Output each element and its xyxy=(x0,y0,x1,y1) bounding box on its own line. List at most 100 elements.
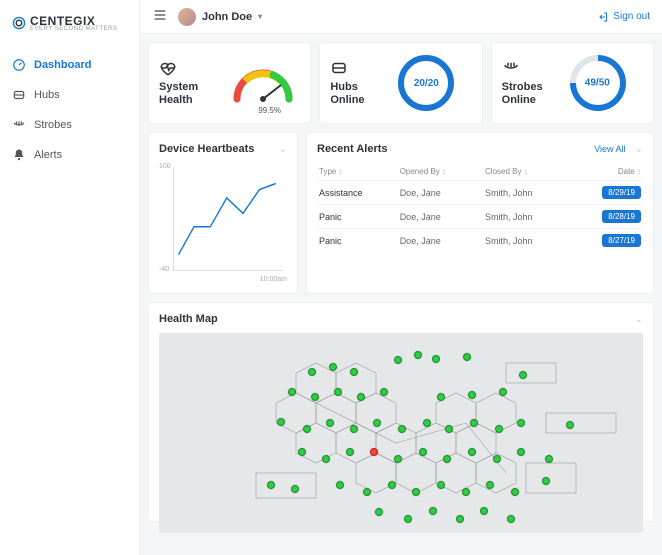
sidebar-item-label: Strobes xyxy=(34,119,72,131)
cell-date: 8/27/19 xyxy=(570,229,643,253)
cell-type: Panic xyxy=(317,205,398,229)
map-node[interactable] xyxy=(394,455,402,463)
map-node[interactable] xyxy=(334,388,342,396)
map-node[interactable] xyxy=(288,388,296,396)
map-node[interactable] xyxy=(437,481,445,489)
cell-date: 8/29/19 xyxy=(570,181,643,205)
x-axis-label: 10:00am xyxy=(260,276,287,283)
map-node[interactable] xyxy=(363,488,371,496)
main: John Doe ▾ Sign out System Health xyxy=(140,0,662,555)
map-node[interactable] xyxy=(468,448,476,456)
col-type[interactable]: Type ↕ xyxy=(317,163,398,181)
map-node[interactable] xyxy=(419,448,427,456)
map-node[interactable] xyxy=(350,368,358,376)
recent-alerts-card: Recent Alerts View All ⌄ Type ↕ Opened B… xyxy=(306,132,654,294)
sidebar-item-dashboard[interactable]: Dashboard xyxy=(0,50,139,80)
map-node[interactable] xyxy=(468,391,476,399)
map-node[interactable] xyxy=(326,419,334,427)
card-title: Device Heartbeats xyxy=(159,143,254,155)
cell-closed: Smith, John xyxy=(483,181,570,205)
sidebar-item-alerts[interactable]: Alerts xyxy=(0,140,139,170)
chevron-down-icon[interactable]: ⌄ xyxy=(279,144,287,155)
map-node[interactable] xyxy=(429,507,437,515)
content: System Health 99.5% xyxy=(140,34,662,555)
alerts-icon xyxy=(12,148,26,162)
alerts-table: Type ↕ Opened By ↕ Closed By ↕ Date ↕ As… xyxy=(317,163,643,252)
y-axis-min: -40 xyxy=(159,266,169,273)
sidebar: CENTEGIX EVERY SECOND MATTERS Dashboard … xyxy=(0,0,140,555)
map-node[interactable] xyxy=(298,448,306,456)
map-node[interactable] xyxy=(394,356,402,364)
avatar xyxy=(178,8,196,26)
health-map-card: Health Map ⌄ xyxy=(148,302,654,522)
cell-date: 8/28/19 xyxy=(570,205,643,229)
map-node[interactable] xyxy=(432,355,440,363)
table-row[interactable]: Panic Doe, Jane Smith, John 8/28/19 xyxy=(317,205,643,229)
map-node[interactable] xyxy=(463,353,471,361)
hubs-online-card: Hubs Online 20/20 xyxy=(319,42,482,124)
cell-opened: Doe, Jane xyxy=(398,181,483,205)
table-row[interactable]: Assistance Doe, Jane Smith, John 8/29/19 xyxy=(317,181,643,205)
hubs-stat-icon xyxy=(330,59,348,77)
device-heartbeats-card: Device Heartbeats ⌄ 100 -40 10:00am xyxy=(148,132,298,294)
map-node[interactable] xyxy=(456,515,464,523)
col-closed[interactable]: Closed By ↕ xyxy=(483,163,570,181)
map-node[interactable] xyxy=(388,481,396,489)
sidebar-item-strobes[interactable]: Strobes xyxy=(0,110,139,140)
health-map-plot[interactable] xyxy=(159,333,643,533)
map-node[interactable] xyxy=(357,393,365,401)
brand-logo: CENTEGIX EVERY SECOND MATTERS xyxy=(0,0,139,46)
sidebar-item-label: Hubs xyxy=(34,89,60,101)
map-node[interactable] xyxy=(423,419,431,427)
brand-tagline: EVERY SECOND MATTERS xyxy=(30,26,117,32)
cell-type: Panic xyxy=(317,229,398,253)
map-node[interactable] xyxy=(329,363,337,371)
map-node[interactable] xyxy=(507,515,515,523)
user-menu[interactable]: John Doe ▾ xyxy=(178,8,262,26)
card-title: Health Map xyxy=(159,313,218,325)
map-node[interactable] xyxy=(462,488,470,496)
user-name: John Doe xyxy=(202,11,252,23)
sign-out-label: Sign out xyxy=(613,11,650,22)
col-opened[interactable]: Opened By ↕ xyxy=(398,163,483,181)
map-node[interactable] xyxy=(350,425,358,433)
chevron-down-icon: ▾ xyxy=(258,12,262,21)
card-title: Recent Alerts xyxy=(317,143,388,155)
view-all-link[interactable]: View All xyxy=(594,144,625,154)
sidebar-item-label: Alerts xyxy=(34,149,62,161)
strobes-stat-icon xyxy=(502,59,520,77)
health-value: 99.5% xyxy=(258,106,281,115)
y-axis-max: 100 xyxy=(159,163,171,170)
map-node[interactable] xyxy=(398,425,406,433)
cell-closed: Smith, John xyxy=(483,229,570,253)
map-node[interactable] xyxy=(470,419,478,427)
strobes-online-card: Strobes Online 49/50 xyxy=(491,42,654,124)
stat-title: Hubs Online xyxy=(330,81,390,107)
map-node[interactable] xyxy=(499,388,507,396)
cell-type: Assistance xyxy=(317,181,398,205)
strobes-ring: 49/50 xyxy=(558,43,637,122)
strobes-icon xyxy=(12,118,26,132)
map-node[interactable] xyxy=(566,421,574,429)
stat-title: System Health xyxy=(159,81,219,107)
stat-title: Strobes Online xyxy=(502,81,562,107)
menu-icon[interactable] xyxy=(152,7,168,26)
sidebar-item-hubs[interactable]: Hubs xyxy=(0,80,139,110)
map-node[interactable] xyxy=(495,425,503,433)
chevron-down-icon[interactable]: ⌄ xyxy=(635,144,643,155)
hubs-ring: 20/20 xyxy=(398,55,454,111)
map-node[interactable] xyxy=(291,485,299,493)
hubs-icon xyxy=(12,88,26,102)
topbar: John Doe ▾ Sign out xyxy=(140,0,662,34)
cell-opened: Doe, Jane xyxy=(398,205,483,229)
col-date[interactable]: Date ↕ xyxy=(570,163,643,181)
sign-out-link[interactable]: Sign out xyxy=(597,11,650,23)
table-row[interactable]: Panic Doe, Jane Smith, John 8/27/19 xyxy=(317,229,643,253)
map-node[interactable] xyxy=(437,393,445,401)
system-health-card: System Health 99.5% xyxy=(148,42,311,124)
map-node[interactable] xyxy=(493,455,501,463)
chevron-down-icon[interactable]: ⌄ xyxy=(635,314,643,325)
dashboard-icon xyxy=(12,58,26,72)
map-node[interactable] xyxy=(322,455,330,463)
cell-opened: Doe, Jane xyxy=(398,229,483,253)
